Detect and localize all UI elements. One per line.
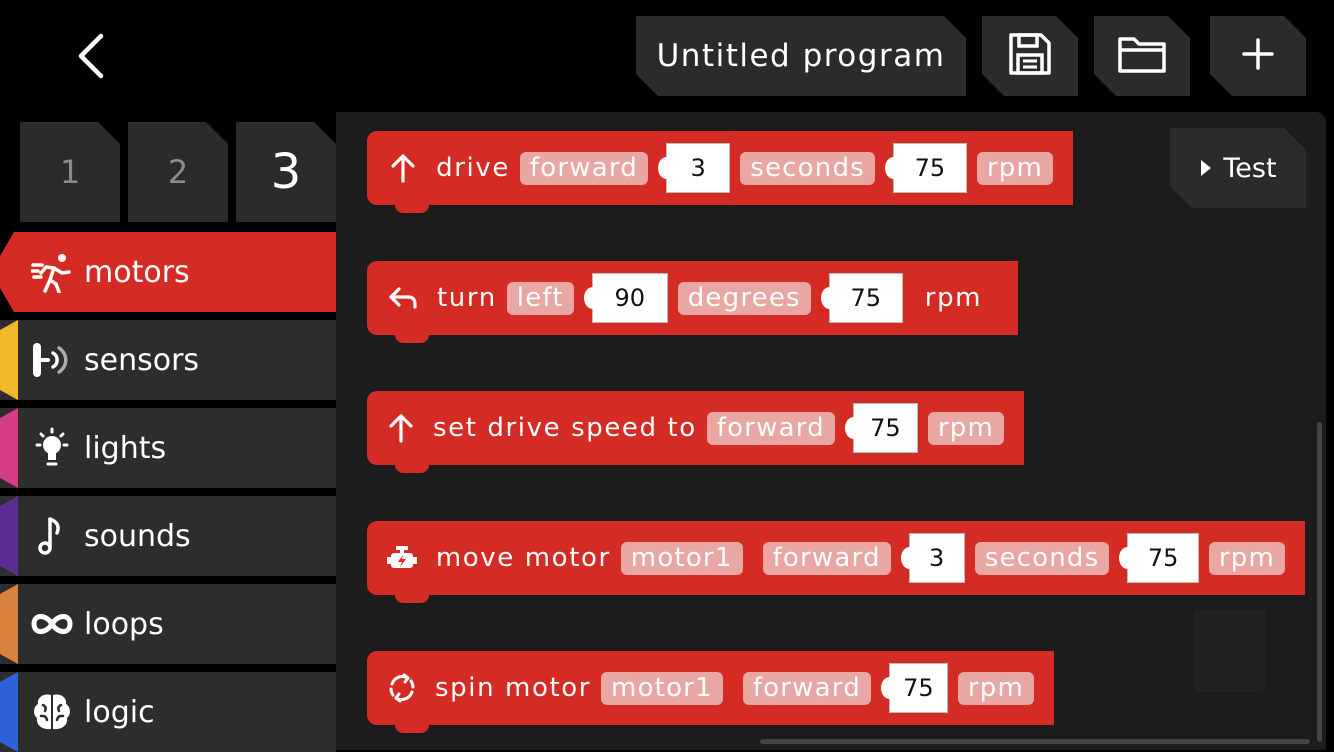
category-loops[interactable]: loops <box>0 584 336 664</box>
play-icon <box>1199 158 1213 178</box>
block-label: move motor <box>435 543 611 573</box>
block-canvas[interactable]: Test drive forward 3 seconds 75 rpm turn… <box>336 112 1326 750</box>
speed-unit-dropdown[interactable]: rpm <box>976 151 1053 185</box>
test-button[interactable]: Test <box>1170 128 1306 208</box>
open-folder-button[interactable] <box>1094 16 1190 96</box>
category-label: motors <box>84 254 190 290</box>
speed-input[interactable]: 75 <box>820 273 903 323</box>
block-label: spin motor <box>435 673 592 703</box>
page-tab-1[interactable]: 1 <box>20 122 120 222</box>
duration-unit-dropdown[interactable]: seconds <box>974 541 1110 575</box>
category-sensors[interactable]: sensors <box>0 320 336 400</box>
lightbulb-icon <box>30 426 74 470</box>
category-sounds[interactable]: sounds <box>0 496 336 576</box>
chevron-left-icon <box>75 32 105 84</box>
direction-dropdown[interactable]: forward <box>706 411 835 445</box>
page-tab-3[interactable]: 3 <box>236 122 336 222</box>
sensor-icon <box>30 338 74 382</box>
duration-unit-dropdown[interactable]: seconds <box>740 151 875 185</box>
block-spin-motor[interactable]: spin motor motor1 forward 75 rpm <box>367 651 1054 733</box>
category-color-stripe <box>0 408 18 488</box>
turn-left-icon <box>387 282 419 314</box>
arrow-up-icon <box>387 152 418 184</box>
drag-placeholder <box>1194 610 1266 692</box>
save-button[interactable] <box>982 16 1078 96</box>
speed-unit-dropdown[interactable]: rpm <box>927 411 1004 445</box>
motor-dropdown[interactable]: motor1 <box>601 671 723 705</box>
block-drive[interactable]: drive forward 3 seconds 75 rpm <box>367 131 1073 213</box>
category-color-stripe <box>0 496 18 576</box>
block-turn[interactable]: turn left 90 degrees 75 rpm <box>367 261 1018 343</box>
speed-unit-dropdown[interactable]: rpm <box>1208 541 1285 575</box>
program-title-button[interactable]: Untitled program <box>636 16 966 96</box>
category-label: sensors <box>84 342 200 378</box>
speed-input[interactable]: 75 <box>884 143 967 193</box>
arrow-up-icon <box>387 412 415 444</box>
loop-icon <box>30 602 74 646</box>
category-label: loops <box>84 606 164 642</box>
speed-input[interactable]: 75 <box>880 663 948 713</box>
direction-dropdown[interactable]: forward <box>519 151 649 185</box>
motor-dropdown[interactable]: motor1 <box>620 541 743 575</box>
duration-input[interactable]: 3 <box>657 143 731 193</box>
angle-unit-dropdown[interactable]: degrees <box>677 281 811 315</box>
direction-dropdown[interactable]: left <box>506 281 574 315</box>
direction-dropdown[interactable]: forward <box>762 541 891 575</box>
direction-dropdown[interactable]: forward <box>742 671 871 705</box>
plus-icon <box>1241 37 1275 75</box>
spin-icon <box>387 672 417 704</box>
category-color-stripe <box>0 584 18 664</box>
vertical-scrollbar[interactable] <box>1317 422 1322 742</box>
block-label: turn <box>437 283 497 313</box>
motor-icon <box>387 542 418 574</box>
page-tab-2[interactable]: 2 <box>128 122 228 222</box>
music-note-icon <box>30 514 74 558</box>
speed-input[interactable]: 75 <box>1119 533 1199 583</box>
folder-icon <box>1117 33 1167 79</box>
running-icon <box>30 250 74 294</box>
block-move-motor[interactable]: move motor motor1 forward 3 seconds 75 r… <box>367 521 1305 603</box>
block-set-drive-speed[interactable]: set drive speed to forward 75 rpm <box>367 391 1024 473</box>
speed-unit-dropdown[interactable]: rpm <box>957 671 1034 705</box>
back-button[interactable] <box>60 28 120 88</box>
category-color-stripe <box>0 320 18 400</box>
block-label: set drive speed to <box>433 413 697 443</box>
new-program-button[interactable] <box>1210 16 1306 96</box>
angle-input[interactable]: 90 <box>583 273 668 323</box>
horizontal-scrollbar[interactable] <box>760 739 1310 744</box>
category-logic[interactable]: logic <box>0 672 336 752</box>
block-label: drive <box>436 153 510 183</box>
category-color-stripe <box>0 672 18 752</box>
duration-input[interactable]: 3 <box>900 533 965 583</box>
category-label: logic <box>84 694 155 730</box>
test-label: Test <box>1223 152 1277 184</box>
category-label: lights <box>84 430 167 466</box>
category-motors[interactable]: motors <box>0 232 336 312</box>
program-title: Untitled program <box>656 38 946 74</box>
speed-unit-label: rpm <box>924 283 983 313</box>
brain-icon <box>30 690 74 734</box>
save-icon <box>1007 31 1053 81</box>
category-lights[interactable]: lights <box>0 408 336 488</box>
speed-input[interactable]: 75 <box>844 403 918 453</box>
category-label: sounds <box>84 518 191 554</box>
